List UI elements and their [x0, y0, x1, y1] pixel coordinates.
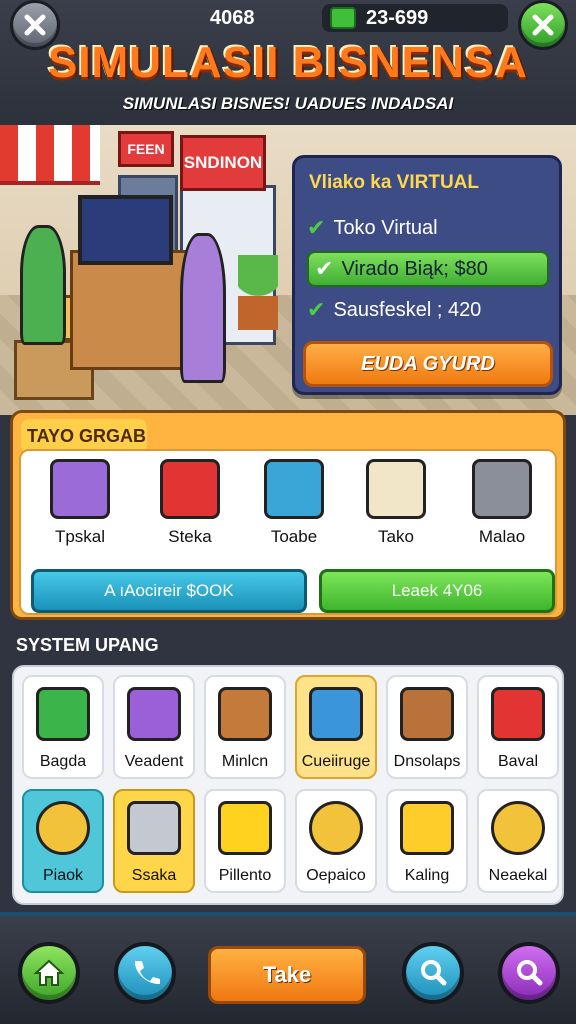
money-icon [36, 687, 90, 741]
shop-blue-button[interactable]: A ıAocireir $OOK [31, 569, 307, 613]
lockbox-icon [472, 459, 532, 519]
coin-value: 4068 [210, 6, 255, 29]
home-button[interactable] [18, 942, 80, 1004]
search-icon [421, 960, 447, 986]
check-icon: ✔ [315, 256, 334, 282]
gold-pot-icon [218, 801, 272, 855]
tile-label: Veadent [124, 753, 184, 770]
close-icon [532, 14, 554, 36]
system-tile[interactable]: Baval [477, 675, 559, 779]
tile-label: Bagda [39, 753, 87, 770]
shop-item-label: Tako [378, 527, 414, 546]
shop-items-area: Tpskal Steka Toabe Tako Malao A ıAocirei… [19, 449, 557, 615]
shop-item[interactable]: Steka [141, 459, 239, 549]
info-row: ✔ Sausfeskel ; 420 [307, 292, 549, 328]
computer-monitor [78, 195, 173, 265]
info-row-label: Virado Biąk; $80 [341, 257, 488, 280]
check-icon: ✔ [307, 297, 326, 323]
system-tile-selected[interactable]: Piaok [22, 789, 104, 893]
tile-label: Piaok [42, 867, 84, 884]
tile-label: Cueiiruge [301, 753, 371, 770]
system-tile[interactable]: Oepaico [295, 789, 377, 893]
take-button[interactable]: Take [208, 946, 366, 1004]
red-box-icon [491, 687, 545, 741]
system-tile[interactable]: Veadent [113, 675, 195, 779]
gold-box-icon [400, 801, 454, 855]
system-panel: Bagda Veadent Minlcn Cueiiruge Dnsolaps … [12, 665, 564, 905]
shop-green-button[interactable]: Leaek 4Y06 [319, 569, 555, 613]
game-subtitle: SIMUNLASI BISNES! UADUES INDADSAI [122, 94, 454, 113]
shop-item-label: Steka [168, 527, 212, 546]
system-tile[interactable]: Kaling [386, 789, 468, 893]
shopping-cart-icon [50, 459, 110, 519]
striped-awning [0, 125, 100, 185]
tile-label: Ssaka [131, 867, 177, 884]
check-icon: ✔ [307, 215, 326, 241]
coin-icon [491, 801, 545, 855]
shopkeeper-left [20, 225, 66, 345]
info-row-label: Toko Virtual [333, 216, 438, 239]
tile-label: Oepaico [306, 867, 366, 884]
phone-button[interactable] [114, 942, 176, 1004]
system-tile-selected[interactable]: Cueiiruge [295, 675, 377, 779]
system-tile-selected[interactable]: Ssaka [113, 789, 195, 893]
info-row-highlighted[interactable]: ✔ Virado Biąk; $80 [307, 251, 549, 287]
shop-panel: TAYO GRGAB Tpskal Steka Toabe Tako Malao… [10, 410, 566, 620]
bottom-nav: Take [0, 912, 576, 1024]
close-icon [24, 14, 46, 36]
system-tile[interactable]: Pillento [204, 789, 286, 893]
coin-icon [309, 801, 363, 855]
search-icon [517, 960, 543, 986]
shopping-bag-icon [127, 687, 181, 741]
shopkeeper-right [180, 233, 226, 383]
potted-plant [238, 255, 278, 330]
jar-icon [400, 687, 454, 741]
search-button[interactable] [402, 942, 464, 1004]
shop-item[interactable]: Tako [347, 459, 445, 549]
tile-label: Pillento [218, 867, 272, 884]
shopping-cart-icon [127, 801, 181, 855]
coin-counter: 4068 [210, 4, 255, 32]
basket-icon [264, 459, 324, 519]
phone-icon [134, 961, 160, 985]
system-tile[interactable]: Dnsolaps [386, 675, 468, 779]
system-tile[interactable]: Bagda [22, 675, 104, 779]
tile-label: Minlcn [221, 753, 269, 770]
tile-label: Baval [497, 753, 539, 770]
shop-item-label: Toabe [270, 527, 318, 546]
red-box-icon [160, 459, 220, 519]
info-action-button[interactable]: EUDA GYURD [303, 341, 553, 387]
info-row-label: Sausfeskel ; 420 [333, 298, 482, 321]
tile-label: Kaling [404, 867, 450, 884]
shop-item[interactable]: Toabe [245, 459, 343, 549]
find-button[interactable] [498, 942, 560, 1004]
system-title: SYSTEM UPANG [16, 635, 159, 655]
cash-counter: 23-699 [322, 4, 508, 32]
shop-item-label: Tpskal [54, 527, 106, 546]
tile-label: Neaekal [488, 867, 548, 884]
cash-icon [330, 7, 356, 29]
store-sign-big: SNDINON [180, 135, 266, 191]
shop-item-label: Malao [478, 527, 526, 546]
virtual-store-panel: Vliako ka VIRTUAL ✔ Toko Virtual ✔ Virad… [292, 155, 562, 395]
info-title: Vliako ka VIRTUAL [309, 172, 479, 193]
crate-tools-icon [218, 687, 272, 741]
game-title: SIMULASII BISNENSA [47, 38, 529, 87]
system-tile[interactable]: Neaekal [477, 789, 559, 893]
store-sign-small: FEEN [118, 131, 174, 167]
info-row: ✔ Toko Virtual [307, 210, 549, 246]
system-tile[interactable]: Minlcn [204, 675, 286, 779]
shop-item[interactable]: Malao [453, 459, 551, 549]
home-icon [33, 959, 65, 986]
shop-header: TAYO GRGAB [21, 419, 147, 453]
toolbox-icon [309, 687, 363, 741]
shop-item[interactable]: Tpskal [31, 459, 129, 549]
cash-value: 23-699 [366, 6, 429, 29]
tile-label: Dnsolaps [393, 753, 461, 770]
top-bar: 4068 23-699 SIMULASII BISNENSA SIMUNLASI… [0, 0, 576, 125]
coin-icon [36, 801, 90, 855]
cart-goods-icon [366, 459, 426, 519]
